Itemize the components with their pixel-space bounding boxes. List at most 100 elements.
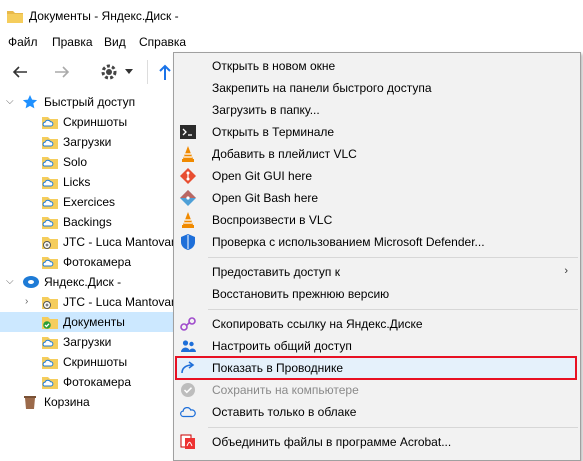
- git-icon: [180, 168, 196, 184]
- menu-label: Open Git GUI here: [212, 169, 313, 183]
- nav-label: Solo: [63, 155, 88, 169]
- nav-yandex-disk[interactable]: ⌵ Яндекс.Диск -: [0, 272, 173, 292]
- nav-label: Скриншоты: [63, 355, 128, 369]
- menu-show-in-explorer[interactable]: Показать в Проводнике: [175, 356, 577, 380]
- menu-restore-version[interactable]: Восстановить прежнюю версию: [174, 283, 580, 305]
- nav-label: Фотокамера: [63, 255, 132, 269]
- cloud-folder-icon: [41, 194, 59, 213]
- folder-synced-icon: [41, 314, 59, 333]
- menu-label: Открыть в новом окне: [212, 59, 336, 73]
- menu-label: Загрузить в папку...: [212, 103, 320, 117]
- git-bash-icon: [180, 190, 196, 206]
- menu-file[interactable]: Файл: [8, 35, 38, 49]
- menu-pin-quick-access[interactable]: Закрепить на панели быстрого доступа: [174, 77, 580, 99]
- nav-disk-camera[interactable]: Фотокамера: [0, 372, 173, 392]
- menu-git-gui[interactable]: Open Git GUI here: [174, 165, 580, 187]
- nav-disk-documents[interactable]: Документы: [0, 312, 173, 332]
- menu-label: Закрепить на панели быстрого доступа: [212, 81, 432, 95]
- menu-view[interactable]: Вид: [104, 35, 126, 49]
- cloud-icon: [180, 404, 196, 420]
- menu-edit[interactable]: Правка: [52, 35, 93, 49]
- chevron-down-icon[interactable]: ⌵: [6, 276, 14, 287]
- nav-quick-access[interactable]: ⌵ Быстрый доступ: [0, 92, 173, 112]
- menu-bar: Файл Правка Вид Справка: [0, 30, 583, 52]
- nav-label: JTC - Luca Mantovan: [63, 235, 173, 249]
- nav-item-camera[interactable]: Фотокамера: [0, 252, 173, 272]
- folder-sync-icon: [41, 294, 59, 313]
- arrow-right-icon: [55, 66, 70, 78]
- menu-label: Добавить в плейлист VLC: [212, 147, 357, 161]
- nav-label: Яндекс.Диск -: [44, 275, 122, 289]
- nav-item-backings[interactable]: Backings: [0, 212, 173, 232]
- nav-item-solo[interactable]: Solo: [0, 152, 173, 172]
- nav-label: Фотокамера: [63, 375, 132, 389]
- cloud-folder-icon: [41, 114, 59, 133]
- menu-separator: [208, 309, 578, 310]
- nav-label: Загрузки: [63, 135, 112, 149]
- menu-sharing-settings[interactable]: Настроить общий доступ: [174, 335, 580, 357]
- menu-label: Объединить файлы в программе Acrobat...: [212, 435, 452, 449]
- acrobat-icon: [180, 434, 196, 450]
- link-icon: [180, 316, 196, 332]
- back-button[interactable]: [8, 60, 32, 84]
- check-circle-icon: [180, 382, 196, 398]
- menu-copy-yandex-link[interactable]: Скопировать ссылку на Яндекс.Диске: [174, 313, 580, 335]
- nav-label: Backings: [63, 215, 112, 229]
- nav-disk-downloads[interactable]: Загрузки: [0, 332, 173, 352]
- menu-keep-only-cloud[interactable]: Оставить только в облаке: [174, 401, 580, 423]
- nav-item-downloads[interactable]: Загрузки: [0, 132, 173, 152]
- nav-label: Быстрый доступ: [44, 95, 136, 109]
- cloud-folder-icon: [41, 354, 59, 373]
- upload-button[interactable]: [156, 60, 174, 84]
- menu-label: Показать в Проводнике: [212, 361, 344, 375]
- cloud-folder-icon: [41, 254, 59, 273]
- menu-separator: [208, 427, 578, 428]
- nav-label: Загрузки: [63, 335, 112, 349]
- nav-item-licks[interactable]: Licks: [0, 172, 173, 192]
- chevron-down-icon[interactable]: ⌵: [6, 96, 14, 107]
- shield-icon: [180, 234, 196, 250]
- menu-save-on-computer: Сохранить на компьютере: [174, 379, 580, 401]
- nav-item-screenshots[interactable]: Скриншоты: [0, 112, 173, 132]
- menu-upload-to-folder[interactable]: Загрузить в папку...: [174, 99, 580, 121]
- nav-label: Exercices: [63, 195, 116, 209]
- menu-open-terminal[interactable]: Открыть в Терминале: [174, 121, 580, 143]
- nav-disk-jtc[interactable]: › JTC - Luca Mantovan: [0, 292, 173, 312]
- menu-play-vlc[interactable]: Воспроизвести в VLC: [174, 209, 580, 231]
- nav-item-exercices[interactable]: Exercices: [0, 192, 173, 212]
- navigation-pane: ⌵ Быстрый доступ Скриншоты Загрузки Solo…: [0, 92, 173, 459]
- menu-label: Воспроизвести в VLC: [212, 213, 333, 227]
- folder-icon: [7, 10, 23, 26]
- menu-vlc-playlist[interactable]: Добавить в плейлист VLC: [174, 143, 580, 165]
- cloud-folder-icon: [41, 174, 59, 193]
- menu-give-access[interactable]: Предоставить доступ к ›: [174, 261, 580, 283]
- menu-help[interactable]: Справка: [139, 35, 186, 49]
- menu-open-new-window[interactable]: Открыть в новом окне: [174, 55, 580, 77]
- users-icon: [180, 338, 196, 354]
- menu-label: Оставить только в облаке: [212, 405, 357, 419]
- menu-defender-scan[interactable]: Проверка с использованием Microsoft Defe…: [174, 231, 580, 253]
- nav-label: Документы: [63, 315, 125, 329]
- chevron-right-icon[interactable]: ›: [25, 296, 28, 307]
- recycle-bin-icon: [22, 394, 38, 413]
- forward-button[interactable]: [50, 60, 74, 84]
- nav-disk-screenshots[interactable]: Скриншоты: [0, 352, 173, 372]
- menu-label: Проверка с использованием Microsoft Defe…: [212, 235, 485, 249]
- star-icon: [22, 94, 38, 113]
- menu-label: Сохранить на компьютере: [212, 383, 359, 397]
- context-menu: Открыть в новом окне Закрепить на панели…: [173, 52, 581, 461]
- menu-acrobat-combine[interactable]: Объединить файлы в программе Acrobat...: [174, 431, 580, 453]
- settings-button[interactable]: [94, 60, 138, 84]
- nav-recycle-bin[interactable]: Корзина: [0, 392, 173, 412]
- folder-sync-icon: [41, 234, 59, 253]
- gear-icon: [101, 64, 117, 80]
- menu-label: Настроить общий доступ: [212, 339, 352, 353]
- arrow-left-icon: [12, 66, 27, 78]
- nav-item-jtc[interactable]: JTC - Luca Mantovan: [0, 232, 173, 252]
- menu-git-bash[interactable]: Open Git Bash here: [174, 187, 580, 209]
- menu-label: Скопировать ссылку на Яндекс.Диске: [212, 317, 423, 331]
- yandex-disk-icon: [22, 274, 40, 293]
- menu-separator: [208, 257, 578, 258]
- nav-label: JTC - Luca Mantovan: [63, 295, 173, 309]
- cloud-folder-icon: [41, 134, 59, 153]
